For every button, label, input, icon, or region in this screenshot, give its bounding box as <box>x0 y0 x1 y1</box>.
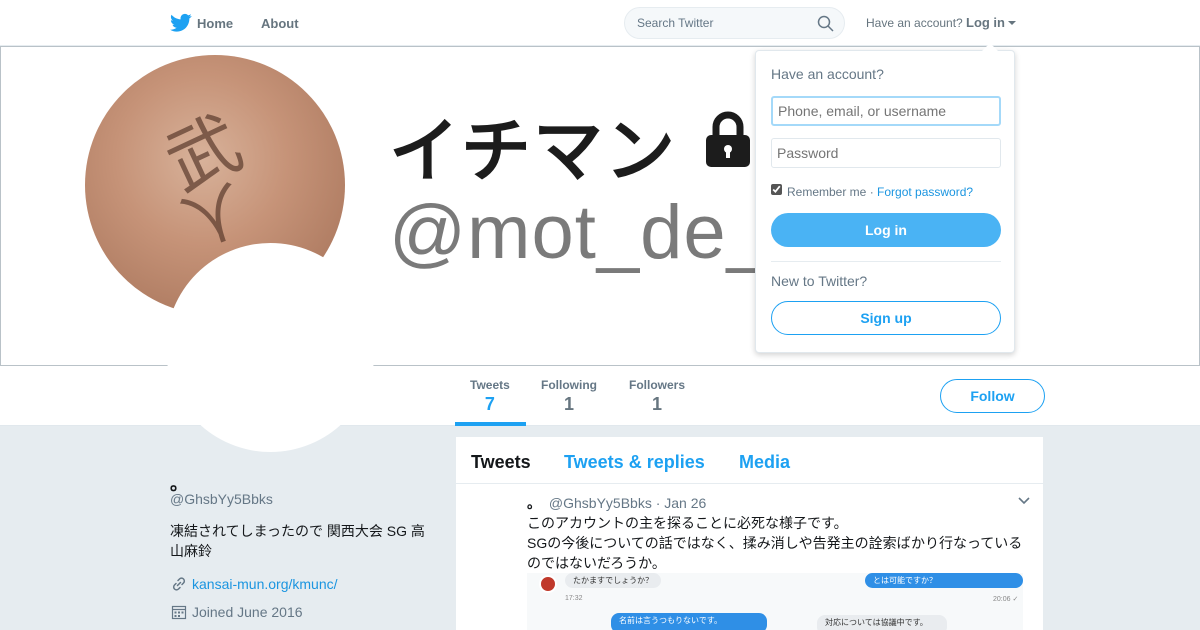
stat-value: 1 <box>563 394 574 414</box>
new-to-twitter-text: New to Twitter? <box>771 273 868 289</box>
stat-tweets[interactable]: Tweets 7 <box>470 378 510 415</box>
profile-website-link[interactable]: kansai-mun.org/kmunc/ <box>192 576 338 592</box>
active-tab-indicator <box>455 422 526 426</box>
banner-name-text: イチマン <box>389 112 677 190</box>
nav-home-link[interactable]: Home <box>197 16 233 31</box>
tweet-text-line: SGの今後についての話ではなく、揉み消しや告発主の詮索ばかり行なっているのではな… <box>527 535 1023 571</box>
nav-about-link[interactable]: About <box>261 16 299 31</box>
profile-handle[interactable]: @GhsbYy5Bbks <box>170 491 273 507</box>
stat-label: Tweets <box>470 378 510 392</box>
tab-tweets[interactable]: Tweets <box>471 452 531 473</box>
divider <box>771 261 1001 262</box>
caret-down-icon[interactable] <box>1008 21 1016 25</box>
chat-bubble: 名前は言うつもりないです。 <box>611 613 767 630</box>
forgot-password-link[interactable]: Forgot password? <box>877 185 973 199</box>
separator-dot: · <box>866 185 878 199</box>
tab-tweets-replies[interactable]: Tweets & replies <box>564 452 705 473</box>
dropdown-title: Have an account? <box>771 66 884 82</box>
stat-followers[interactable]: Followers 1 <box>629 378 685 415</box>
login-dropdown: Have an account? Remember me · Forgot pa… <box>755 43 1015 353</box>
stat-label: Following <box>541 378 597 392</box>
timeline: Tweets Tweets & replies Media 。 @GhsbYy5… <box>455 436 1044 630</box>
chat-bubble: たかますでしょうか？ <box>565 573 662 588</box>
link-icon <box>172 577 186 591</box>
tweet-author-name[interactable]: 。 <box>527 495 541 511</box>
stat-value: 7 <box>484 394 495 414</box>
username-field[interactable] <box>771 96 1001 126</box>
login-dropdown-toggle[interactable]: Log in <box>966 15 1005 30</box>
tweet-media-image[interactable]: たかますでしょうか？ 17:32 とは可能ですか？ 20:06 ✓ 名前は言うつ… <box>527 573 1023 630</box>
remember-me-checkbox[interactable] <box>771 184 782 195</box>
chat-time: 20:06 ✓ <box>993 596 1019 603</box>
password-field[interactable] <box>771 138 1001 168</box>
stat-label: Followers <box>629 378 686 392</box>
tab-media[interactable]: Media <box>739 452 790 473</box>
search-icon[interactable] <box>817 15 834 32</box>
search-input[interactable]: Search Twitter <box>624 7 845 39</box>
stat-value: 1 <box>652 394 663 414</box>
chat-avatar <box>539 575 557 593</box>
avatar[interactable] <box>166 243 375 452</box>
tweet-date[interactable]: · Jan 26 <box>656 495 707 511</box>
profile-joined-date: Joined June 2016 <box>192 604 303 620</box>
profile-bio: 凍結されてしまったので 関西大会 SG 高山麻鈴 <box>170 523 425 559</box>
signup-button[interactable]: Sign up <box>771 301 1001 335</box>
search-placeholder: Search Twitter <box>637 16 714 30</box>
stat-following[interactable]: Following 1 <box>541 378 597 415</box>
have-account-text: Have an account? <box>866 16 963 30</box>
calendar-icon <box>171 605 187 620</box>
tweet-text-line: このアカウントの主を探ることに必死な様子です。 <box>527 515 848 531</box>
remember-me-row: Remember me · Forgot password? <box>787 185 973 199</box>
top-navigation: Home About Search Twitter Have an accoun… <box>0 0 1200 46</box>
twitter-bird-icon[interactable] <box>170 13 192 33</box>
tweet-header: 。 @GhsbYy5Bbks · Jan 26 <box>527 493 706 513</box>
timeline-tabs: Tweets Tweets & replies Media <box>456 437 1043 484</box>
tweet-author-handle[interactable]: @GhsbYy5Bbks <box>549 495 652 511</box>
lock-icon <box>706 111 750 167</box>
tweet-text: このアカウントの主を探ることに必死な様子です。 SGの今後についての話ではなく、… <box>527 513 1027 573</box>
follow-button[interactable]: Follow <box>940 379 1045 413</box>
remember-me-label[interactable]: Remember me <box>787 185 866 199</box>
chat-bubble: とは可能ですか？ <box>865 573 1023 588</box>
chevron-down-icon[interactable] <box>1018 497 1030 505</box>
chat-bubble: 対応については協議中です。 <box>817 615 947 630</box>
banner-handle-text: @mot_de_r <box>389 190 797 275</box>
chat-time: 17:32 <box>565 595 583 602</box>
login-button[interactable]: Log in <box>771 213 1001 247</box>
